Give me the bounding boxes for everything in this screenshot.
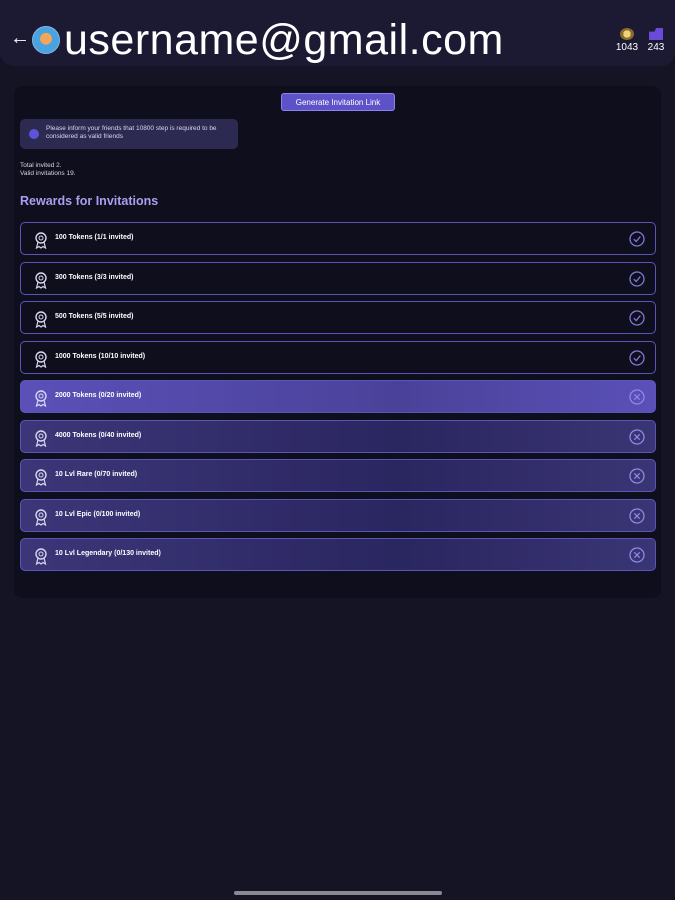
medal-icon	[33, 389, 49, 408]
back-arrow-icon[interactable]: ←	[10, 28, 30, 48]
coin-balance: 1043	[612, 28, 642, 53]
reward-row[interactable]: 300 Tokens (3/3 invited)	[20, 261, 656, 295]
top-bar: ← username@gmail.com 1043 243	[0, 0, 675, 66]
username-title: username@gmail.com	[64, 16, 504, 64]
reward-row[interactable]: 2000 Tokens (0/20 invited)	[20, 380, 656, 413]
reward-label: 300 Tokens (3/3 invited)	[55, 273, 134, 281]
reward-row[interactable]: 10 Lvl Epic (0/100 invited)	[20, 498, 656, 532]
generate-invitation-link-button[interactable]: Generate Invitation Link	[281, 93, 395, 111]
medal-icon	[33, 310, 49, 329]
x-circle-icon	[629, 468, 645, 484]
info-notice: Please inform your friends that 10800 st…	[20, 119, 238, 149]
reward-label: 500 Tokens (5/5 invited)	[55, 313, 134, 320]
check-circle-icon	[629, 349, 645, 366]
info-dot-icon	[29, 129, 39, 139]
check-circle-icon	[629, 270, 645, 287]
x-circle-icon	[629, 547, 645, 563]
invite-stats: Total invited 2. Valid invitations 19.	[20, 162, 76, 178]
notice-text: Please inform your friends that 10800 st…	[46, 125, 217, 140]
check-circle-icon	[629, 310, 645, 326]
reward-label: 100 Tokens (1/1 invited)	[55, 234, 134, 241]
medal-icon	[33, 508, 49, 526]
rewards-section-title: Rewards for Invitations	[20, 194, 159, 208]
reward-label: 4000 Tokens (0/40 invited)	[55, 431, 142, 439]
home-indicator[interactable]	[234, 891, 442, 895]
coin-count: 1043	[615, 42, 639, 53]
reward-label: 2000 Tokens (0/20 invited)	[55, 392, 142, 399]
folder-icon	[649, 28, 663, 40]
x-circle-icon	[629, 428, 645, 445]
gem-balance: 243	[641, 28, 671, 53]
reward-row[interactable]: 500 Tokens (5/5 invited)	[20, 301, 656, 334]
medal-icon	[33, 231, 49, 250]
x-circle-icon	[629, 507, 645, 524]
reward-row[interactable]: 10 Lvl Rare (0/70 invited)	[20, 459, 656, 492]
medal-icon	[33, 271, 49, 289]
gem-count: 243	[647, 42, 665, 53]
reward-label: 10 Lvl Epic (0/100 invited)	[55, 510, 141, 518]
valid-invitations-text: Valid invitations 19.	[20, 170, 76, 177]
avatar[interactable]	[32, 26, 60, 54]
reward-row[interactable]: 4000 Tokens (0/40 invited)	[20, 419, 656, 453]
medal-icon	[33, 350, 49, 368]
medal-icon	[33, 429, 49, 447]
medal-icon	[33, 547, 49, 566]
reward-label: 10 Lvl Legendary (0/130 invited)	[55, 550, 161, 557]
reward-row[interactable]: 10 Lvl Legendary (0/130 invited)	[20, 538, 656, 571]
reward-label: 1000 Tokens (10/10 invited)	[55, 352, 146, 360]
coin-icon	[620, 28, 634, 40]
medal-icon	[33, 468, 49, 487]
reward-row[interactable]: 100 Tokens (1/1 invited)	[20, 222, 656, 255]
check-circle-icon	[629, 231, 645, 247]
reward-label: 10 Lvl Rare (0/70 invited)	[55, 471, 138, 478]
x-circle-icon	[629, 389, 645, 405]
reward-row[interactable]: 1000 Tokens (10/10 invited)	[20, 340, 656, 374]
total-invited-text: Total invited 2.	[20, 162, 62, 169]
